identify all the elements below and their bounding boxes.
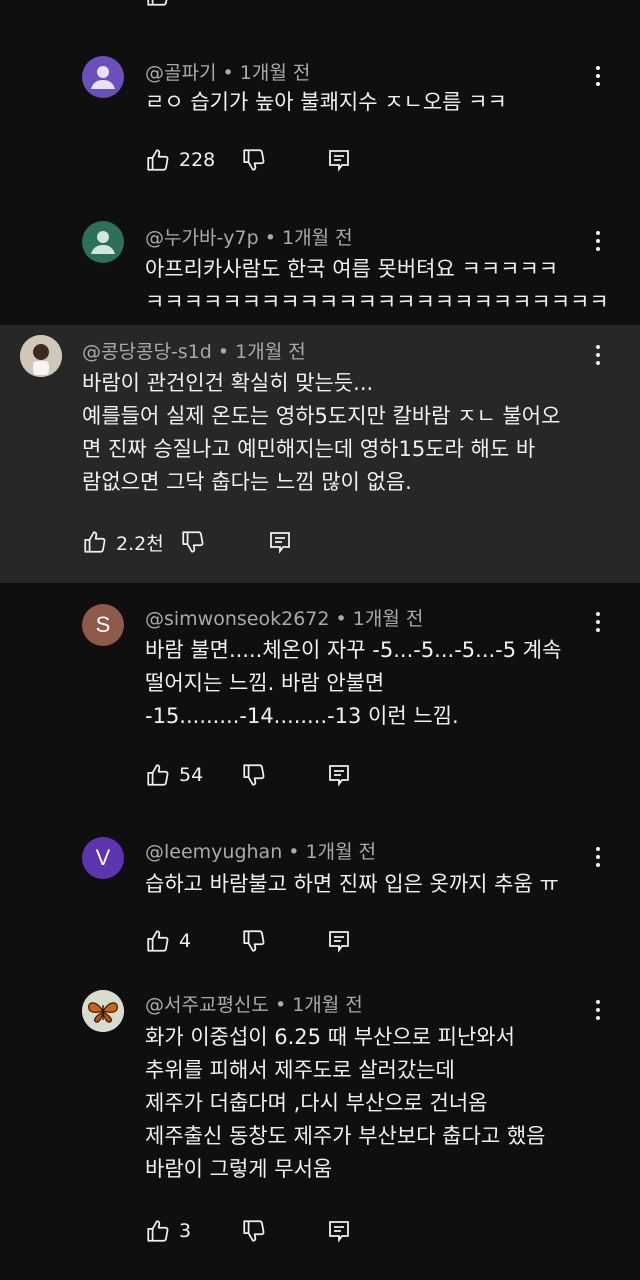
comment-meta: @골파기 • 1개월 전 bbox=[145, 62, 311, 84]
dislike-icon bbox=[243, 764, 265, 786]
reply-icon bbox=[329, 150, 349, 172]
reply-button[interactable] bbox=[327, 763, 351, 787]
reply-icon bbox=[329, 931, 349, 953]
more-options-icon[interactable] bbox=[586, 341, 610, 369]
reply-button[interactable] bbox=[327, 929, 351, 953]
like-button[interactable]: 228 bbox=[145, 147, 215, 173]
comment-time: 1개월 전 bbox=[239, 62, 311, 84]
default-person-icon bbox=[91, 66, 115, 89]
like-count: 228 bbox=[179, 149, 216, 171]
dislike-button[interactable] bbox=[180, 529, 206, 555]
comment-time: 1개월 전 bbox=[292, 994, 363, 1016]
avatar[interactable] bbox=[82, 221, 124, 263]
avatar[interactable] bbox=[82, 56, 124, 98]
comment-c1: @골파기 • 1개월 전 ㄹㅇ 습기가 높아 불쾌지수 ㅈㄴ오름 ㅋㅋ 228 bbox=[0, 40, 640, 200]
avatar-letter: S bbox=[95, 612, 111, 637]
avatar[interactable] bbox=[20, 335, 62, 377]
like-count: 3 bbox=[179, 1220, 192, 1242]
dislike-button[interactable] bbox=[241, 1218, 267, 1244]
like-icon[interactable] bbox=[145, 0, 171, 8]
comment-c4: S @simwonseok2672 • 1개월 전 바람 불면.....체온이 … bbox=[0, 590, 640, 805]
comment-actions: 2.2천 bbox=[82, 527, 302, 557]
reply-button[interactable] bbox=[327, 1219, 351, 1243]
like-count: 4 bbox=[179, 930, 192, 952]
avatar-letter: V bbox=[95, 845, 111, 870]
comment-actions: 228 bbox=[145, 145, 365, 175]
more-options-icon[interactable] bbox=[586, 996, 610, 1024]
more-options-icon[interactable] bbox=[586, 843, 610, 871]
comment-actions: 54 bbox=[145, 760, 365, 790]
like-button[interactable]: 3 bbox=[145, 1218, 191, 1244]
like-button[interactable]: 54 bbox=[145, 762, 203, 788]
reply-icon bbox=[329, 765, 349, 787]
comment-text: ㄹㅇ 습기가 높아 불쾌지수 ㅈㄴ오름 ㅋㅋ bbox=[145, 90, 507, 114]
comment-meta: @누가바-y7p • 1개월 전 bbox=[145, 227, 353, 249]
dislike-icon bbox=[243, 149, 265, 171]
comment-text: 아프리카사람도 한국 여름 못버텨요 ㅋㅋㅋㅋㅋ ㅋㅋㅋㅋㅋㅋㅋㅋㅋㅋㅋㅋㅋㅋㅋ… bbox=[145, 257, 609, 314]
like-icon bbox=[147, 149, 169, 171]
comment-handle[interactable]: @leemyughan bbox=[145, 841, 282, 863]
comment-meta: @simwonseok2672 • 1개월 전 bbox=[145, 608, 424, 630]
reply-icon bbox=[270, 532, 290, 554]
comment-time: 1개월 전 bbox=[282, 227, 353, 249]
dislike-icon bbox=[182, 531, 204, 553]
comment-meta: @서주교평신도 • 1개월 전 bbox=[145, 994, 363, 1016]
more-options-icon[interactable] bbox=[586, 62, 610, 90]
comment-c6: @서주교평신도 • 1개월 전 화가 이중섭이 6.25 때 부산으로 피난와서… bbox=[0, 978, 640, 1268]
previous-comment-actions bbox=[145, 0, 171, 6]
comment-actions: 3 bbox=[145, 1216, 365, 1246]
comment-handle[interactable]: @서주교평신도 bbox=[145, 994, 269, 1016]
like-count: 54 bbox=[179, 764, 204, 786]
like-icon bbox=[147, 1220, 169, 1242]
comment-text: 습하고 바람불고 하면 진짜 입은 옷까지 추움 ㅠ bbox=[145, 872, 559, 896]
comment-time: 1개월 전 bbox=[235, 341, 306, 363]
like-button[interactable]: 2.2천 bbox=[82, 529, 164, 556]
comment-time: 1개월 전 bbox=[352, 608, 424, 630]
comment-time: 1개월 전 bbox=[305, 841, 377, 863]
comment-meta: @leemyughan • 1개월 전 bbox=[145, 841, 377, 863]
avatar[interactable]: V bbox=[82, 837, 124, 879]
more-options-icon[interactable] bbox=[586, 227, 610, 255]
dislike-button[interactable] bbox=[241, 147, 267, 173]
reply-icon bbox=[329, 1221, 349, 1243]
like-button[interactable]: 4 bbox=[145, 928, 191, 954]
avatar[interactable]: S bbox=[82, 604, 124, 646]
default-person-icon bbox=[91, 231, 115, 254]
like-icon bbox=[84, 531, 106, 553]
like-count: 2.2천 bbox=[116, 532, 164, 555]
avatar[interactable] bbox=[82, 990, 124, 1032]
dislike-icon bbox=[243, 930, 265, 952]
comment-actions: 4 bbox=[145, 926, 365, 956]
comment-handle[interactable]: @골파기 bbox=[145, 62, 216, 84]
butterfly-icon bbox=[82, 990, 124, 1032]
comment-text: 바람 불면.....체온이 자꾸 -5...-5...-5...-5 계속 떨어… bbox=[145, 638, 562, 728]
dislike-button[interactable] bbox=[241, 762, 267, 788]
like-icon bbox=[147, 930, 169, 952]
dislike-button[interactable] bbox=[241, 928, 267, 954]
dislike-icon bbox=[243, 1220, 265, 1242]
comment-c5: V @leemyughan • 1개월 전 습하고 바람불고 하면 진짜 입은 … bbox=[0, 825, 640, 975]
comment-handle[interactable]: @콩당콩당-s1d bbox=[82, 341, 212, 363]
comment-c3: @콩당콩당-s1d • 1개월 전 바람이 관건인건 확실히 맞는듯... 예를… bbox=[0, 325, 640, 583]
comment-c2: @누가바-y7p • 1개월 전 아프리카사람도 한국 여름 못버텨요 ㅋㅋㅋㅋ… bbox=[0, 205, 640, 325]
reply-button[interactable] bbox=[327, 148, 351, 172]
reply-button[interactable] bbox=[268, 530, 292, 554]
like-icon bbox=[147, 764, 169, 786]
comment-handle[interactable]: @누가바-y7p bbox=[145, 227, 259, 249]
comment-text: 화가 이중섭이 6.25 때 부산으로 피난와서 추위를 피해서 제주도로 살러… bbox=[145, 1025, 546, 1181]
comment-meta: @콩당콩당-s1d • 1개월 전 bbox=[82, 341, 306, 363]
comment-handle[interactable]: @simwonseok2672 bbox=[145, 608, 329, 630]
more-options-icon[interactable] bbox=[586, 608, 610, 636]
comment-text: 바람이 관건인건 확실히 맞는듯... 예를들어 실제 온도는 영하5도지만 칼… bbox=[82, 371, 561, 494]
profile-photo-icon bbox=[20, 335, 62, 377]
